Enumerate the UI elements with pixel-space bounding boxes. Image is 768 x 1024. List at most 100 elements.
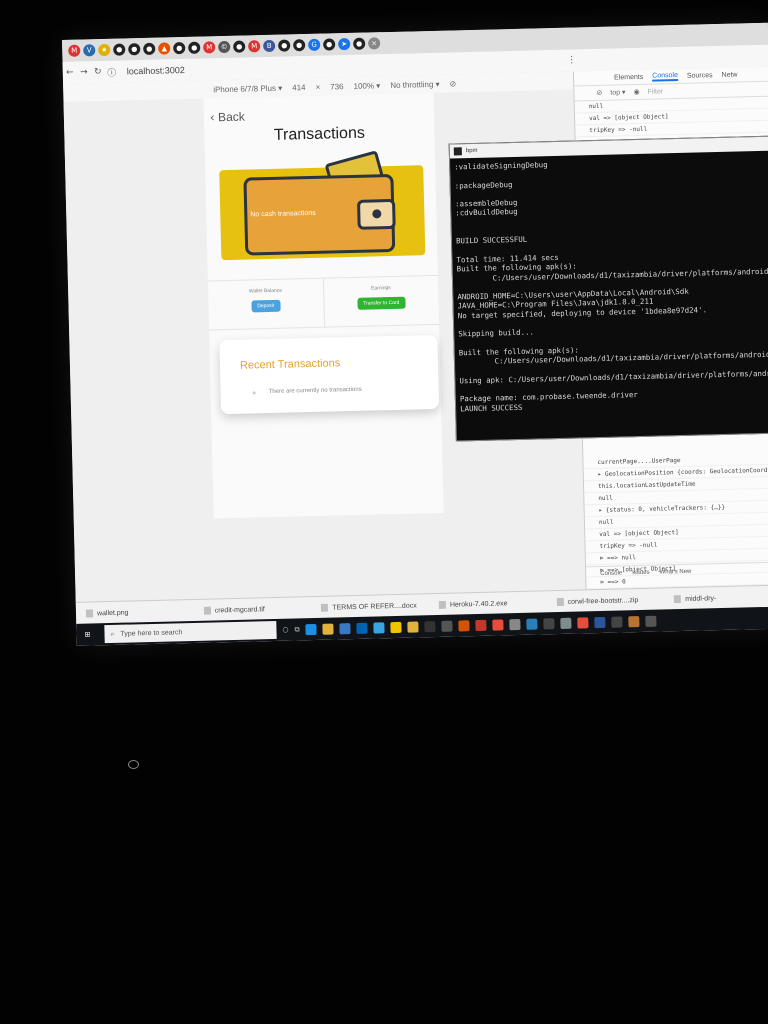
close-tab-icon[interactable]: ×: [368, 37, 381, 50]
context-select[interactable]: top ▾: [610, 88, 625, 96]
forward-arrow-icon[interactable]: →: [77, 67, 91, 77]
gmail-tab-icon[interactable]: M: [203, 41, 216, 54]
download-file-name: corwl-free-bootstr....zip: [567, 596, 639, 606]
vscode-icon[interactable]: [526, 618, 538, 630]
windows-start-icon[interactable]: ⊞: [76, 630, 98, 639]
google-tab-icon[interactable]: G: [308, 38, 321, 51]
gmail-tab-icon[interactable]: M: [248, 40, 261, 53]
back-button[interactable]: ‹ Back: [210, 110, 245, 125]
device-select[interactable]: iPhone 6/7/8 Plus ▾: [213, 83, 282, 94]
word-icon[interactable]: [594, 616, 606, 628]
vk-tab-icon[interactable]: V: [83, 44, 96, 57]
taskbar-search-placeholder: Type here to search: [120, 628, 183, 638]
download-file-name: TERMS OF REFER....docx: [332, 602, 417, 612]
skype-icon[interactable]: [373, 621, 385, 634]
github-tab-icon[interactable]: ●: [353, 37, 366, 50]
file-icon: [438, 600, 447, 609]
github-tab-icon[interactable]: ●: [113, 43, 126, 56]
gmail-tab-icon[interactable]: M: [68, 44, 81, 57]
mail-icon[interactable]: [356, 622, 368, 634]
transfer-to-card-button[interactable]: Transfer to Card: [357, 296, 406, 310]
opera-icon[interactable]: [577, 616, 589, 629]
wallet-stats: Wallet Balance Deposit Earnings Transfer…: [207, 274, 440, 331]
github-tab-icon[interactable]: ●: [188, 41, 201, 54]
deposit-button[interactable]: Deposit: [251, 299, 281, 313]
youtube-icon[interactable]: [475, 619, 487, 631]
github-tab-icon[interactable]: ●: [143, 42, 156, 56]
viewport-height[interactable]: 736: [330, 82, 344, 91]
telegram-tab-icon[interactable]: ➤: [338, 37, 351, 51]
app-icon[interactable]: [458, 619, 470, 631]
page-title: Transactions: [273, 124, 366, 144]
throttle-select[interactable]: No throttling ▾: [390, 79, 440, 89]
drawer-tab-console[interactable]: Console: [600, 570, 622, 577]
viewport-width[interactable]: 414: [292, 83, 306, 92]
download-item[interactable]: corwl-free-bootstr....zip: [546, 595, 664, 607]
bullet-icon: [252, 391, 256, 395]
tab-sources[interactable]: Sources: [687, 72, 713, 80]
copyright-tab-icon[interactable]: ©: [218, 40, 231, 54]
earnings-label: Earnings: [370, 285, 391, 292]
github-tab-icon[interactable]: ●: [233, 40, 246, 53]
medium-tab-icon[interactable]: ●: [278, 39, 291, 52]
stackoverflow-tab-icon[interactable]: ▲: [158, 42, 171, 55]
download-item[interactable]: credit-mgcard.tif: [194, 604, 312, 615]
terminal-output: :validateSigningDebug :packageDebug :ass…: [450, 151, 768, 418]
settings-icon[interactable]: [509, 618, 521, 630]
folder-icon[interactable]: [407, 620, 419, 633]
download-item[interactable]: middl-dry-: [664, 593, 768, 604]
drawer-tab-whats-new[interactable]: What's New: [659, 569, 691, 576]
drawer-tab-issues[interactable]: Issues: [632, 570, 649, 576]
download-file-name: wallet.png: [96, 609, 129, 617]
tab-network[interactable]: Netw: [722, 71, 738, 78]
monitor-screen: M V ★ ● ● ● ▲ ● ● M © ● M B ● ● G ● ➤ ● …: [62, 22, 768, 646]
address-bar[interactable]: localhost:3002: [127, 65, 185, 76]
terminal-app-icon[interactable]: [424, 620, 436, 632]
wallet-clasp: [356, 198, 396, 230]
task-view-icon[interactable]: ⧉: [294, 625, 299, 634]
file-explorer-icon[interactable]: [322, 623, 334, 635]
cortana-icon[interactable]: ○: [282, 626, 288, 634]
briefcase-icon[interactable]: [441, 620, 453, 632]
system-tray-icon[interactable]: [645, 615, 657, 627]
zoom-select[interactable]: 100% ▾: [353, 81, 380, 91]
keyboard-icon[interactable]: [611, 615, 623, 628]
taskbar-search[interactable]: ⌕ Type here to search: [104, 620, 277, 644]
chevron-left-icon: ‹: [209, 110, 215, 125]
wallet-balance-label: Wallet Balance: [248, 287, 283, 295]
back-arrow-icon[interactable]: ←: [63, 68, 77, 78]
firefox-icon[interactable]: [628, 615, 640, 627]
terminal-title: bpm: [465, 147, 478, 155]
empty-state-text: There are currently no transactions: [268, 386, 362, 396]
edge-icon[interactable]: [305, 623, 317, 635]
reload-icon[interactable]: ↻: [91, 67, 105, 77]
store-icon[interactable]: [339, 622, 351, 634]
terminal-icon: [453, 147, 462, 156]
github-tab-icon[interactable]: ●: [128, 43, 141, 56]
console-filter-input[interactable]: Filter: [648, 88, 664, 95]
more-menu-icon[interactable]: ⋮: [565, 55, 579, 65]
download-item[interactable]: wallet.png: [76, 607, 194, 618]
tab-console[interactable]: Console: [652, 71, 679, 82]
power-indicator-icon: [128, 760, 139, 769]
calculator-icon[interactable]: [543, 617, 555, 629]
recent-transactions-title: Recent Transactions: [239, 357, 341, 372]
rotate-icon[interactable]: ⊘: [449, 79, 456, 88]
download-file-name: Heroku-7.40.2.exe: [449, 599, 508, 609]
bootstrap-tab-icon[interactable]: B: [263, 39, 276, 53]
tab-elements[interactable]: Elements: [614, 73, 643, 81]
eye-icon[interactable]: ◉: [633, 88, 639, 96]
terminal-window[interactable]: bpm :validateSigningDebug :packageDebug …: [448, 135, 768, 442]
file-icon: [674, 595, 682, 604]
github-tab-icon[interactable]: ●: [293, 39, 306, 52]
chrome-icon[interactable]: [492, 618, 504, 631]
bookmark-tab-icon[interactable]: ★: [98, 43, 111, 57]
github-tab-icon[interactable]: ●: [173, 41, 186, 55]
photos-icon[interactable]: [560, 617, 572, 629]
sticky-notes-icon[interactable]: [390, 621, 402, 633]
info-icon: ⓘ: [107, 68, 117, 79]
github-tab-icon[interactable]: ●: [323, 38, 336, 51]
download-item[interactable]: Heroku-7.40.2.exe: [429, 598, 547, 609]
clear-console-icon[interactable]: ⊘: [596, 89, 602, 97]
download-item[interactable]: TERMS OF REFER....docx: [311, 601, 429, 612]
